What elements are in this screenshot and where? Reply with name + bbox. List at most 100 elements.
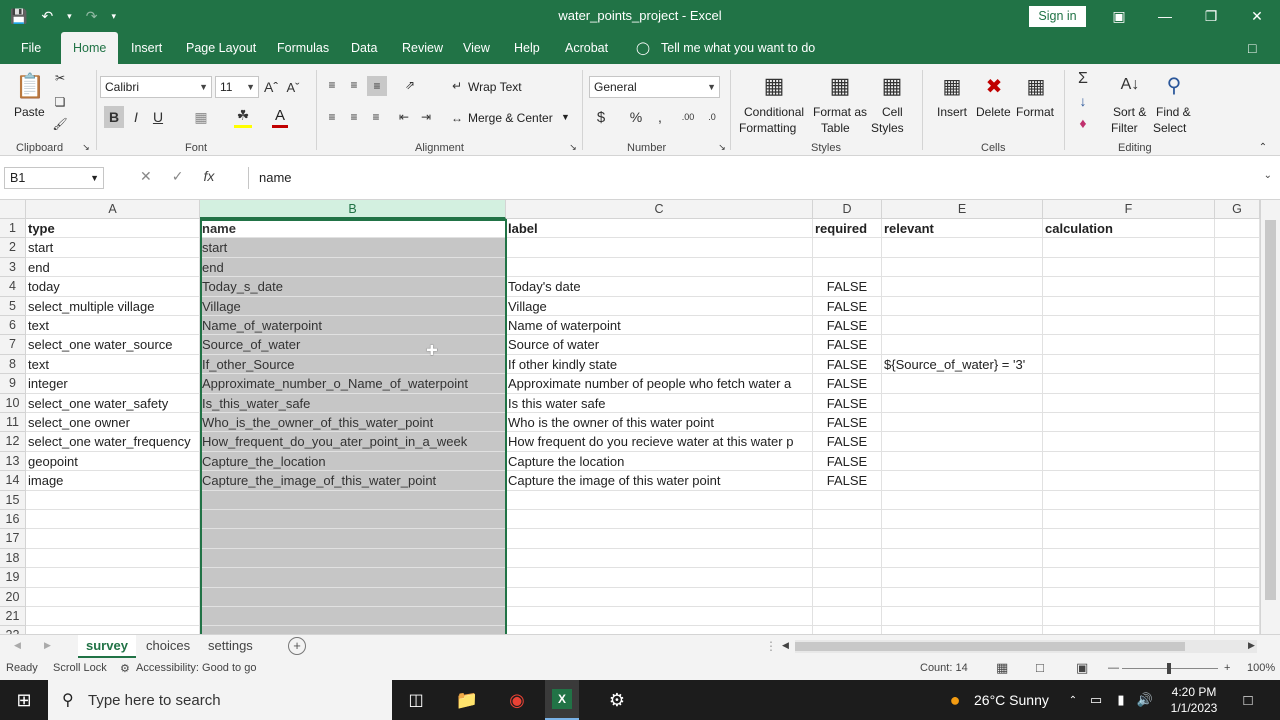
cell[interactable] [1215,316,1260,336]
normal-view-icon[interactable]: ▦ [996,660,1008,676]
cell[interactable] [200,587,506,607]
cell[interactable]: select_one water_frequency [26,432,200,452]
conditional-formatting-button[interactable]: Conditional [744,105,804,119]
cell[interactable]: How frequent do you recieve water at thi… [506,432,813,452]
font-color-icon[interactable]: A [272,106,288,128]
chevron-down-icon[interactable]: ▼ [561,112,570,122]
cell[interactable]: Who is the owner of this water point [506,413,813,433]
cell[interactable]: Capture_the_location [200,451,506,472]
cell[interactable]: text [26,316,200,336]
cell[interactable] [506,568,813,588]
cell[interactable]: How_frequent_do_you_ater_point_in_a_week [200,432,506,452]
increase-font-icon[interactable]: Aˆ [263,78,279,96]
cell[interactable] [200,568,506,588]
tab-help[interactable]: Help [514,32,540,64]
cell[interactable]: Name of waterpoint [506,316,813,336]
cell[interactable] [200,626,506,634]
clear-icon[interactable]: ♦ [1074,114,1092,132]
cell[interactable] [26,490,200,510]
enter-icon[interactable]: ✓ [172,168,184,185]
tab-data[interactable]: Data [351,32,377,64]
cell[interactable]: label [506,219,813,239]
cell[interactable] [1043,432,1215,452]
cell[interactable] [882,238,1043,258]
cell[interactable] [882,432,1043,452]
cell[interactable] [813,510,882,530]
cell[interactable] [813,568,882,588]
cell[interactable]: image [26,471,200,491]
row-header[interactable]: 22 [0,626,26,634]
cell[interactable]: Approximate_number_o_Name_of_waterpoint [200,374,506,394]
cell[interactable] [1043,529,1215,549]
conditional-formatting-label2[interactable]: Formatting [739,121,796,135]
cell[interactable]: Today's date [506,277,813,297]
cell[interactable] [506,607,813,627]
cell[interactable] [1215,393,1260,413]
cell[interactable]: Capture_the_image_of_this_water_point [200,471,506,491]
column-header-d[interactable]: D [813,200,882,219]
cell[interactable]: calculation [1043,219,1215,239]
row-header[interactable]: 18 [0,548,26,569]
cell[interactable] [1215,335,1260,355]
cell[interactable] [200,529,506,549]
delete-cells-button[interactable]: Delete [976,105,1011,119]
cancel-icon[interactable]: ✕ [140,168,152,185]
cell[interactable] [882,413,1043,433]
row-header[interactable]: 21 [0,607,26,627]
cell[interactable] [1215,219,1260,239]
cell[interactable] [26,607,200,627]
page-break-view-icon[interactable]: ▣ [1076,660,1088,676]
cell[interactable]: end [200,257,506,278]
tab-home[interactable]: Home [61,32,119,64]
cell[interactable] [200,510,506,530]
cell[interactable] [1043,587,1215,607]
paste-icon[interactable]: 📋 [15,70,45,102]
cell[interactable] [1043,451,1215,472]
cell[interactable]: Capture the image of this water point [506,471,813,491]
autosum-icon[interactable]: Σ [1074,70,1092,88]
tab-view[interactable]: View [463,32,490,64]
cell[interactable]: Today_s_date [200,277,506,297]
orientation-icon[interactable]: ⇗ [398,76,422,94]
row-header[interactable]: 6 [0,316,26,336]
row-header[interactable]: 11 [0,413,26,433]
cell[interactable] [26,548,200,569]
borders-icon[interactable]: ▦ [192,106,210,128]
cell[interactable] [506,238,813,258]
cell[interactable] [1043,471,1215,491]
task-view-icon[interactable]: ◫ [400,680,432,720]
underline-button[interactable]: U [150,106,166,128]
windows-start-icon[interactable]: ⊞ [0,680,48,720]
cell[interactable] [26,568,200,588]
row-header[interactable]: 19 [0,568,26,588]
row-header[interactable]: 4 [0,277,26,297]
cell-styles-label2[interactable]: Styles [871,121,904,135]
sort-filter-button[interactable]: Sort & [1113,105,1146,119]
sort-filter-label2[interactable]: Filter [1111,121,1138,135]
cell[interactable] [1215,374,1260,394]
collapse-ribbon-icon[interactable]: ⌃ [1256,140,1270,154]
zoom-out-icon[interactable]: — [1108,662,1119,674]
spreadsheet-grid[interactable]: A B C D E F G 1 type name label required relevant cal… [0,200,1260,634]
excel-taskbar-icon[interactable]: X [545,680,579,720]
cell[interactable] [1043,393,1215,413]
cell[interactable]: FALSE [813,413,882,433]
row-header[interactable]: 15 [0,490,26,510]
column-header-e[interactable]: E [882,200,1043,219]
cell[interactable]: FALSE [813,316,882,336]
cell[interactable]: select_multiple village [26,296,200,316]
row-header[interactable]: 16 [0,510,26,530]
cell[interactable] [882,471,1043,491]
cell[interactable] [882,393,1043,413]
cell[interactable]: start [200,238,506,258]
cell[interactable] [1043,257,1215,278]
cell-styles-button[interactable]: Cell [882,105,903,119]
cut-icon[interactable]: ✂ [52,70,68,86]
battery-icon[interactable]: ▮ [1112,680,1130,720]
cell[interactable] [26,626,200,634]
font-name-select[interactable]: Calibri ▼ [100,76,212,98]
column-header-a[interactable]: A [26,200,200,219]
cell[interactable] [1215,413,1260,433]
cell[interactable] [1043,238,1215,258]
cell[interactable] [26,510,200,530]
